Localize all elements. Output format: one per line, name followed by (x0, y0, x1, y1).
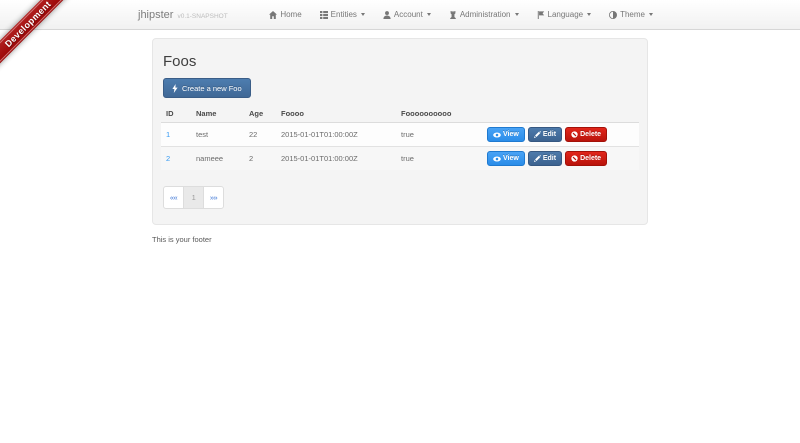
pencil-icon (534, 155, 541, 162)
col-header-actions (482, 105, 639, 123)
chevron-down-icon (649, 13, 653, 16)
col-header-name: Name (191, 105, 244, 123)
pagination-page-1[interactable]: 1 (183, 186, 204, 209)
flag-icon (537, 11, 545, 19)
view-label: View (503, 131, 519, 138)
main-container: Foos Create a new Foo ID Name Age Foooo … (152, 38, 648, 244)
delete-label: Delete (580, 131, 601, 138)
edit-label: Edit (543, 131, 556, 138)
cell-name: test (191, 123, 244, 147)
edit-button[interactable]: Edit (528, 151, 562, 166)
row-id-link[interactable]: 2 (166, 154, 170, 163)
table-header-row: ID Name Age Foooo Foooooooooo (161, 105, 639, 123)
nav-item-theme[interactable]: Theme (600, 0, 662, 29)
nav-item-label: Language (548, 10, 584, 19)
nav-item-language[interactable]: Language (528, 0, 601, 29)
row-actions: View Edit Delete (487, 127, 634, 142)
remove-circle-icon (571, 131, 578, 138)
cell-bool: true (396, 123, 482, 147)
nav-item-administration[interactable]: Administration (440, 0, 528, 29)
brand-name: jhipster (138, 9, 173, 21)
row-actions: View Edit Delete (487, 151, 634, 166)
pagination: «« 1 »» (163, 186, 224, 209)
view-button[interactable]: View (487, 127, 525, 142)
foo-table: ID Name Age Foooo Foooooooooo 1 test 22 … (161, 105, 639, 170)
pagination-first-button[interactable]: «« (163, 186, 184, 209)
eye-icon (493, 156, 501, 162)
brand-version: v0.1-SNAPSHOT (177, 13, 227, 20)
pencil-icon (534, 131, 541, 138)
nav-item-label: Theme (620, 10, 645, 19)
delete-button[interactable]: Delete (565, 127, 607, 142)
col-header-age: Age (244, 105, 276, 123)
flash-icon (172, 84, 178, 93)
delete-button[interactable]: Delete (565, 151, 607, 166)
table-row: 2 nameee 2 2015-01-01T01:00:00Z true Vie… (161, 147, 639, 171)
home-icon (269, 11, 277, 19)
content-panel: Foos Create a new Foo ID Name Age Foooo … (152, 38, 648, 225)
navbar: jhipster v0.1-SNAPSHOT Home Entities Acc… (0, 0, 800, 30)
footer-text: This is your footer (152, 235, 648, 244)
eye-icon (493, 132, 501, 138)
edit-label: Edit (543, 155, 556, 162)
nav-item-entities[interactable]: Entities (311, 0, 374, 29)
cell-age: 22 (244, 123, 276, 147)
create-foo-button[interactable]: Create a new Foo (163, 78, 251, 98)
cell-name: nameee (191, 147, 244, 171)
col-header-bool: Foooooooooo (396, 105, 482, 123)
theme-adjust-icon (609, 11, 617, 19)
delete-label: Delete (580, 155, 601, 162)
cell-foooo: 2015-01-01T01:00:00Z (276, 123, 396, 147)
chevron-down-icon (361, 13, 365, 16)
row-id-link[interactable]: 1 (166, 130, 170, 139)
nav-item-label: Administration (460, 10, 511, 19)
nav-item-account[interactable]: Account (374, 0, 440, 29)
col-header-foooo: Foooo (276, 105, 396, 123)
page-title: Foos (163, 53, 637, 70)
create-foo-label: Create a new Foo (182, 84, 242, 93)
cell-age: 2 (244, 147, 276, 171)
entities-list-icon (320, 11, 328, 19)
cell-foooo: 2015-01-01T01:00:00Z (276, 147, 396, 171)
chevron-down-icon (515, 13, 519, 16)
nav-item-label: Entities (331, 10, 357, 19)
view-label: View (503, 155, 519, 162)
nav-item-home[interactable]: Home (260, 0, 310, 29)
remove-circle-icon (571, 155, 578, 162)
nav-item-label: Home (280, 10, 301, 19)
table-row: 1 test 22 2015-01-01T01:00:00Z true View (161, 123, 639, 147)
tower-icon (449, 11, 457, 19)
nav-menu: Home Entities Account Administration Lan… (260, 0, 662, 29)
user-icon (383, 11, 391, 19)
col-header-id: ID (161, 105, 191, 123)
pagination-last-button[interactable]: »» (203, 186, 224, 209)
cell-bool: true (396, 147, 482, 171)
brand[interactable]: jhipster v0.1-SNAPSHOT (138, 9, 228, 21)
nav-item-label: Account (394, 10, 423, 19)
edit-button[interactable]: Edit (528, 127, 562, 142)
chevron-down-icon (587, 13, 591, 16)
chevron-down-icon (427, 13, 431, 16)
view-button[interactable]: View (487, 151, 525, 166)
